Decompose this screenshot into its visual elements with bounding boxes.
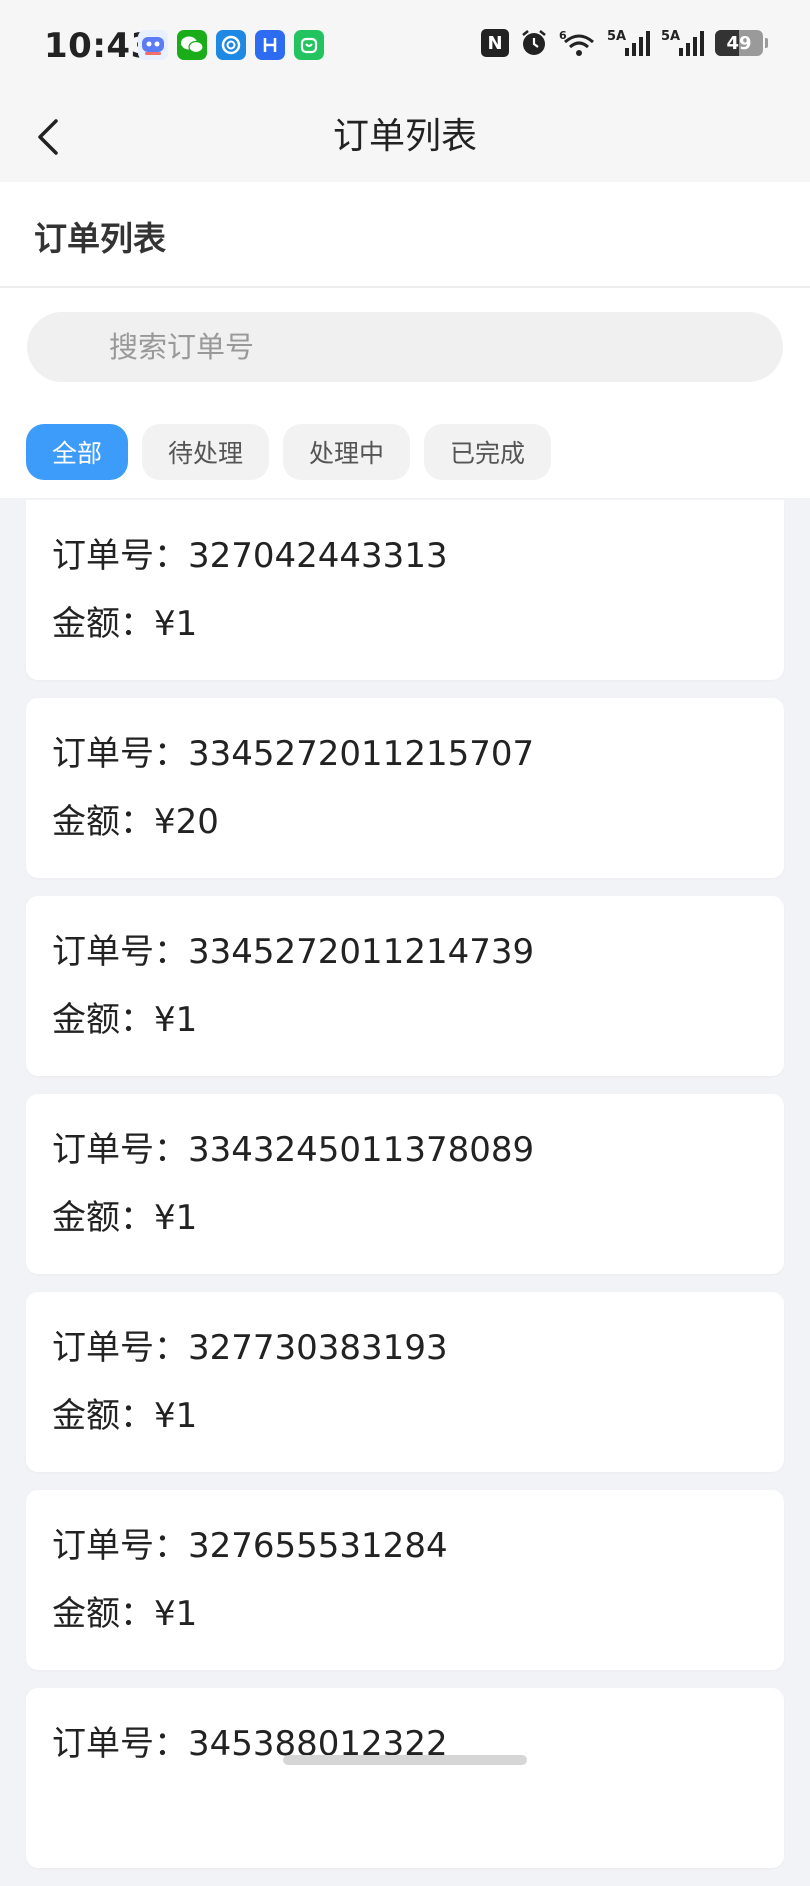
home-indicator [283,1755,527,1765]
cellular-signal-icon-1: 5A [607,28,651,58]
amount-row: 金额：¥1 [52,1190,197,1239]
amount-value: ¥1 [154,1198,198,1238]
amount-value: ¥1 [154,1594,198,1634]
network-label-2: 5A [661,29,680,44]
order-card[interactable]: 订单号：327730383193 金额：¥1 [26,1292,784,1472]
h-app-icon [255,30,285,60]
nav-bar: 订单列表 [0,92,810,182]
order-number-row: 订单号：327655531284 [52,1518,448,1567]
filter-area: 全部待处理处理中已完成 [0,288,810,498]
amount-row: 金额：¥1 [52,1388,197,1437]
system-icons: N 6 5A 5A 49 [481,28,768,58]
order-number-value: 327730383193 [188,1328,448,1368]
amount-value: ¥20 [154,802,219,842]
order-number-row: 订单号：327042443313 [52,528,448,577]
order-number-row: 订单号：327730383193 [52,1320,448,1369]
order-number-value: 3345272011214739 [188,932,535,972]
battery-icon: 49 [715,30,763,56]
section-header: 订单列表 [0,182,810,288]
amount-value: ¥1 [154,1000,198,1040]
amount-label: 金额： [52,1198,154,1238]
tab-2[interactable]: 处理中 [283,424,411,480]
order-number-value: 3343245011378089 [188,1130,535,1170]
order-number-row: 订单号：3343245011378089 [52,1122,534,1171]
order-number-row: 订单号：3345272011214739 [52,924,534,973]
page-title: 订单列表 [332,116,477,157]
amount-label: 金额： [52,604,154,644]
tab-0[interactable]: 全部 [26,424,129,480]
amount-value: ¥1 [154,1396,198,1436]
search-input[interactable] [27,312,783,382]
order-card[interactable]: 订单号：3343245011378089 金额：¥1 [26,1094,784,1274]
order-card[interactable]: 订单号：327655531284 金额：¥1 [26,1490,784,1670]
cellular-signal-icon-2: 5A [661,28,705,58]
battery-level: 49 [726,32,752,54]
order-number-label: 订单号： [52,1526,188,1566]
tab-1[interactable]: 待处理 [142,424,270,480]
notification-icons [138,30,324,60]
order-card[interactable]: 订单号：345388012322 [26,1688,784,1868]
battery-tip [765,38,768,48]
browser-app-icon [216,30,246,60]
nfc-icon: N [481,28,509,58]
order-number-label: 订单号： [52,932,188,972]
amount-row: 金额：¥1 [52,992,197,1041]
order-card[interactable]: 订单号：3345272011214739 金额：¥1 [26,896,784,1076]
order-number-value: 327655531284 [188,1526,448,1566]
amount-row: 金额：¥1 [52,1586,197,1635]
section-title: 订单列表 [34,219,166,258]
order-list: 订单号：327042443313 金额：¥1 订单号：334527201121570… [26,500,784,1886]
tab-3[interactable]: 已完成 [424,424,552,480]
order-card[interactable]: 订单号：3345272011215707 金额：¥20 [26,698,784,878]
order-number-value: 327042443313 [188,536,448,576]
amount-label: 金额： [52,1396,154,1436]
amount-row: 金额：¥1 [52,596,197,645]
robot-app-icon [138,30,168,60]
order-number-label: 订单号： [52,536,188,576]
order-number-label: 订单号： [52,734,188,774]
order-number-label: 订单号： [52,1328,188,1368]
order-number-label: 订单号： [52,1130,188,1170]
order-number-label: 订单号： [52,1724,188,1764]
amount-label: 金额： [52,1594,154,1634]
order-number-row: 订单号：3345272011215707 [52,726,534,775]
status-bar: 10:43 N 6 5A 5A 49 [0,0,810,92]
alarm-icon [519,28,549,58]
amount-row: 金额：¥20 [52,794,219,843]
order-number-value: 3345272011215707 [188,734,535,774]
wifi-icon: 6 [559,28,597,58]
mijia-app-icon [294,30,324,60]
status-tabs: 全部 待处理 处理中 已完成 [26,424,552,480]
amount-value: ¥1 [154,604,198,644]
network-label-1: 5A [607,29,626,44]
amount-label: 金额： [52,1000,154,1040]
wechat-app-icon [177,30,207,60]
order-card[interactable]: 订单号：327042443313 金额：¥1 [26,500,784,680]
amount-label: 金额： [52,802,154,842]
